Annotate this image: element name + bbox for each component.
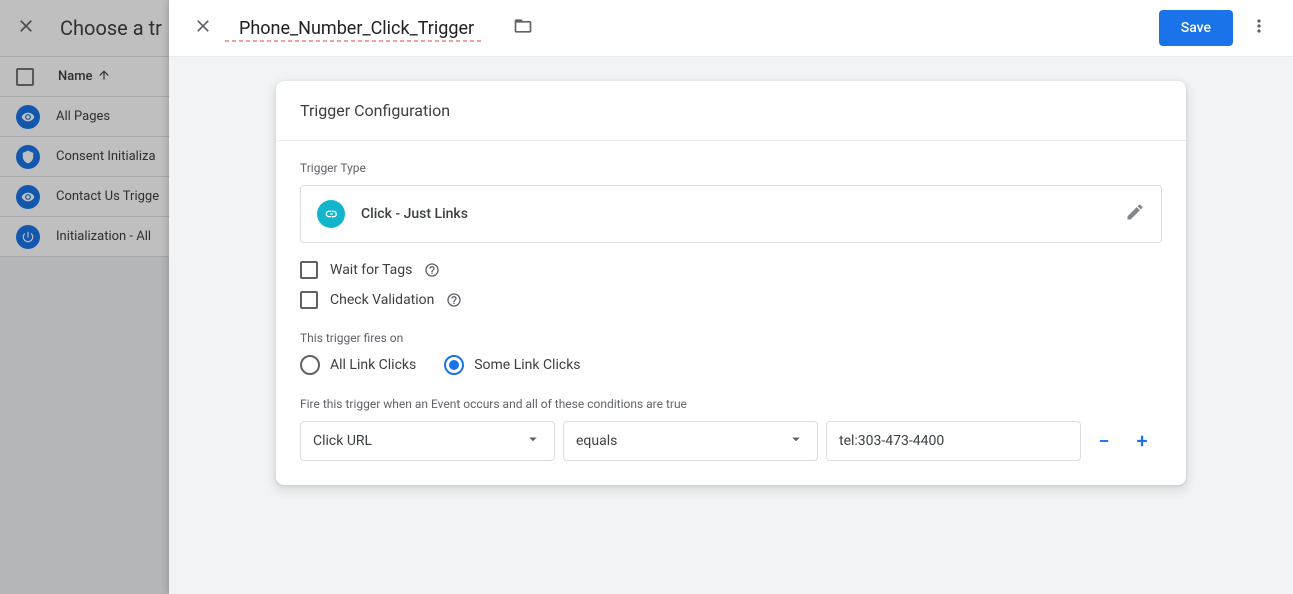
save-button[interactable]: Save [1159, 10, 1233, 46]
trigger-type-label: Trigger Type [300, 161, 1162, 175]
panel-header: Save [169, 0, 1293, 57]
trigger-editor-panel: Save Trigger Configuration Trigger Type … [169, 0, 1293, 594]
trigger-name-input[interactable] [237, 14, 497, 43]
spellcheck-underline [225, 40, 483, 42]
fires-on-radios: All Link Clicks Some Link Clicks [300, 355, 1162, 375]
radio-icon [444, 355, 464, 375]
trigger-config-card: Trigger Configuration Trigger Type Click… [276, 81, 1186, 485]
condition-value-input[interactable] [839, 433, 1068, 449]
condition-variable-select[interactable]: Click URL [300, 421, 555, 461]
radio-all-label: All Link Clicks [330, 357, 416, 373]
condition-row: Click URL equals − [300, 421, 1162, 461]
wait-for-tags-checkbox[interactable] [300, 261, 318, 279]
radio-some-label: Some Link Clicks [474, 357, 580, 373]
more-menu-button[interactable] [1241, 8, 1277, 48]
help-icon[interactable] [424, 262, 440, 278]
radio-all-links[interactable]: All Link Clicks [300, 355, 416, 375]
check-validation-row: Check Validation [300, 291, 1162, 309]
condition-operator-select[interactable]: equals [563, 421, 818, 461]
link-icon [317, 200, 345, 228]
condition-variable-value: Click URL [313, 433, 372, 449]
edit-type-icon[interactable] [1125, 202, 1145, 226]
conditions-label: Fire this trigger when an Event occurs a… [300, 397, 1162, 411]
wait-for-tags-label: Wait for Tags [330, 262, 412, 278]
chevron-down-icon [524, 430, 542, 452]
trigger-type-value: Click - Just Links [361, 206, 1109, 222]
card-title: Trigger Configuration [276, 81, 1186, 141]
add-condition-button[interactable]: + [1127, 429, 1157, 453]
condition-value-input-wrap [826, 421, 1081, 461]
radio-some-links[interactable]: Some Link Clicks [444, 355, 580, 375]
radio-icon [300, 355, 320, 375]
wait-for-tags-row: Wait for Tags [300, 261, 1162, 279]
help-icon[interactable] [446, 292, 462, 308]
chevron-down-icon [787, 430, 805, 452]
condition-operator-value: equals [576, 433, 617, 449]
fires-on-label: This trigger fires on [300, 331, 1162, 345]
check-validation-checkbox[interactable] [300, 291, 318, 309]
trigger-type-selector[interactable]: Click - Just Links [300, 185, 1162, 243]
folder-icon[interactable] [509, 12, 537, 44]
check-validation-label: Check Validation [330, 292, 434, 308]
panel-body: Trigger Configuration Trigger Type Click… [169, 57, 1293, 594]
close-panel-button[interactable] [185, 8, 221, 48]
remove-condition-button[interactable]: − [1089, 429, 1119, 453]
